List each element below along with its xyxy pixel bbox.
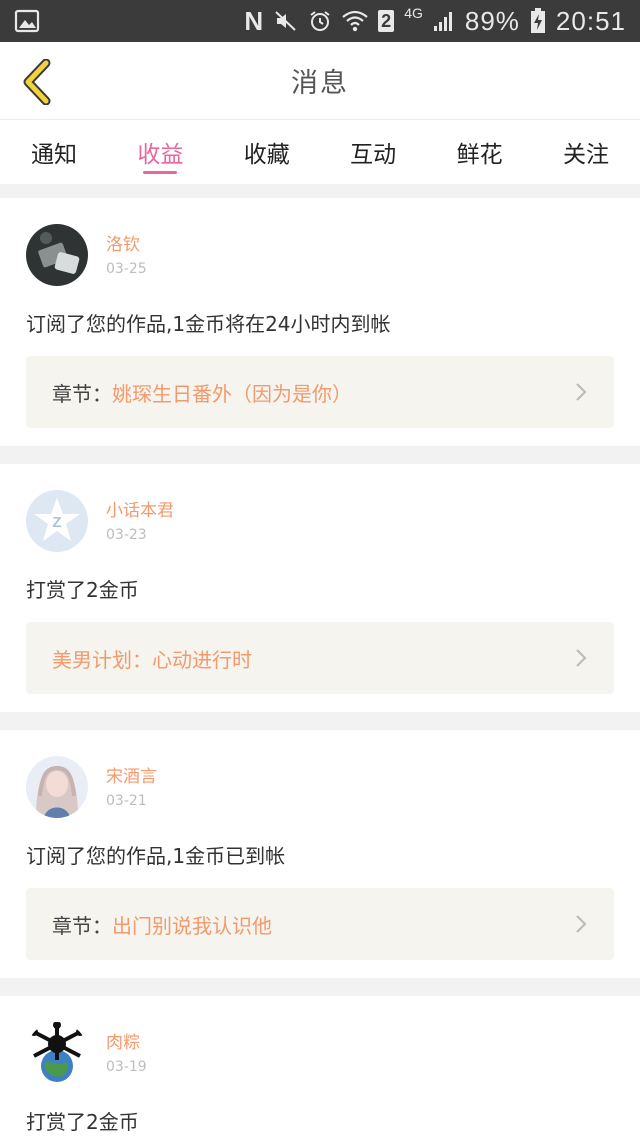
mute-icon: [274, 9, 298, 33]
avatar[interactable]: [26, 224, 88, 286]
tab-notifications[interactable]: 通知: [10, 120, 98, 184]
alarm-icon: [308, 9, 332, 33]
chevron-left-icon: [23, 59, 51, 105]
nfc-icon: N: [244, 5, 265, 36]
date: 03-19: [106, 1059, 147, 1075]
signal-icon: [433, 10, 455, 32]
message-text: 打赏了2金币: [26, 578, 139, 602]
chapter-link[interactable]: 章节： 姚琛生日番外（因为是你）: [26, 356, 614, 428]
list-item: 宋酒言 03-21 订阅了您的作品,1金币已到帐 章节： 出门别说我认识他: [0, 730, 640, 978]
link-title: 姚琛生日番外（因为是你）: [112, 381, 352, 406]
list-item: Z 小话本君 03-23 打赏了2金币 美男计划：心动进行时: [0, 464, 640, 712]
chevron-right-icon: [576, 383, 587, 401]
tab-favorites[interactable]: 收藏: [223, 120, 311, 184]
chevron-right-icon: [576, 649, 587, 667]
battery-percent: 89%: [464, 5, 520, 36]
link-title: 美男计划：心动进行时: [52, 647, 252, 672]
tab-earnings[interactable]: 收益: [116, 120, 204, 184]
username[interactable]: 肉粽: [106, 1031, 147, 1055]
date: 03-23: [106, 527, 147, 543]
gallery-icon: [14, 8, 40, 34]
sim-badge: 2: [378, 10, 395, 32]
back-button[interactable]: [14, 54, 60, 110]
work-link[interactable]: 美男计划：心动进行时: [26, 622, 614, 694]
chapter-link[interactable]: 章节： 出门别说我认识他: [26, 888, 614, 960]
status-bar: N 2 4G 89% 20:51: [0, 0, 640, 42]
username[interactable]: 小话本君: [106, 499, 174, 523]
username[interactable]: 宋酒言: [106, 765, 157, 789]
chevron-right-icon: [576, 915, 587, 933]
avatar[interactable]: [26, 1022, 88, 1084]
username[interactable]: 洛钦: [106, 233, 147, 257]
date: 03-25: [106, 261, 147, 277]
link-label: 章节：: [52, 381, 112, 406]
svg-text:Z: Z: [52, 514, 61, 531]
list-item: 洛钦 03-25 订阅了您的作品,1金币将在24小时内到帐 章节： 姚琛生日番外…: [0, 198, 640, 446]
divider: [0, 184, 640, 198]
clock: 20:51: [555, 5, 626, 36]
list-item: 肉粽 03-19 打赏了2金币: [0, 996, 640, 1138]
tab-following[interactable]: 关注: [542, 120, 630, 184]
header: 消息: [0, 42, 640, 120]
avatar[interactable]: Z: [26, 490, 88, 552]
date: 03-21: [106, 793, 147, 809]
network-type: 4G: [404, 5, 423, 21]
tab-interactions[interactable]: 互动: [329, 120, 417, 184]
tab-bar: 通知 收益 收藏 互动 鲜花 关注: [0, 120, 640, 184]
message-text: 订阅了您的作品,1金币将在24小时内到帐: [26, 312, 391, 336]
wifi-icon: [342, 9, 368, 33]
link-title: 出门别说我认识他: [112, 913, 272, 938]
tab-flowers[interactable]: 鲜花: [436, 120, 524, 184]
page-title: 消息: [291, 68, 349, 99]
battery-charging-icon: [530, 8, 546, 34]
avatar[interactable]: [26, 756, 88, 818]
message-text: 订阅了您的作品,1金币已到帐: [26, 844, 286, 868]
link-label: 章节：: [52, 913, 112, 938]
message-text: 打赏了2金币: [26, 1110, 139, 1134]
